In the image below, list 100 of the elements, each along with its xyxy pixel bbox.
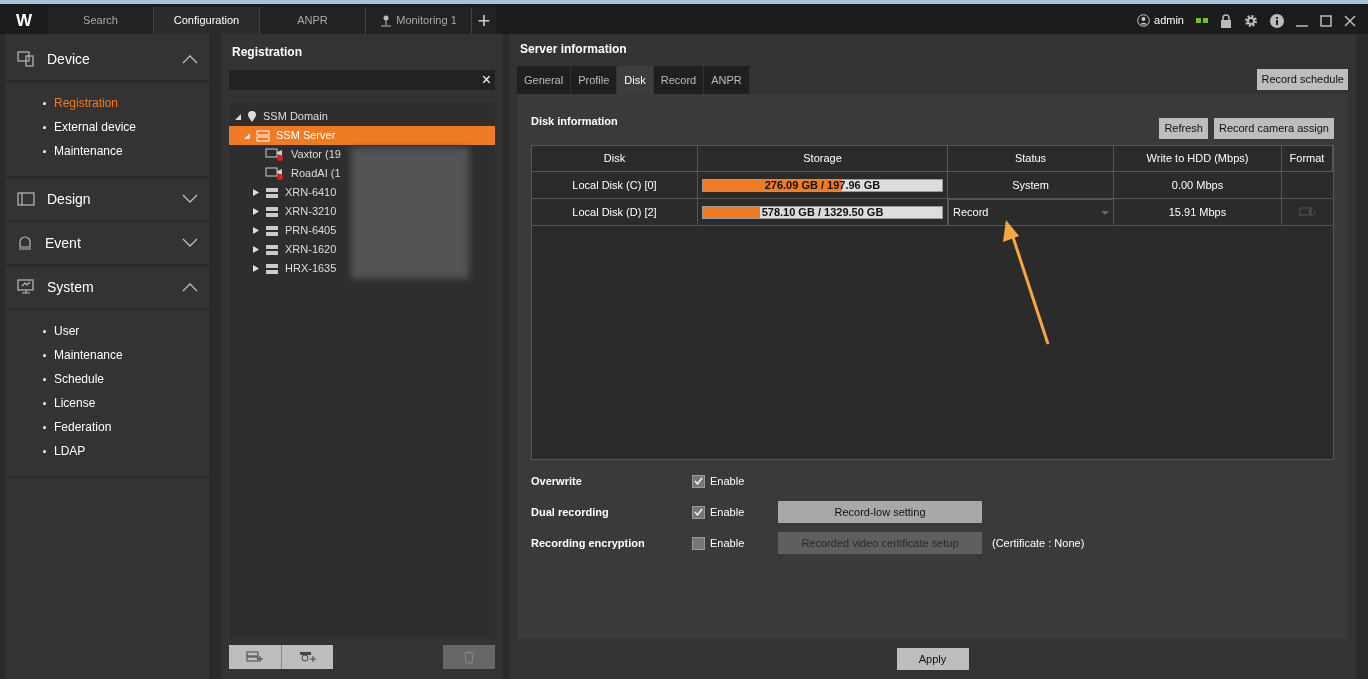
trash-icon xyxy=(463,650,475,664)
sidebar-item[interactable]: Registration xyxy=(5,94,210,112)
lock-icon[interactable] xyxy=(1220,13,1232,28)
expand-triangle-icon[interactable] xyxy=(253,208,259,215)
add-device-button[interactable] xyxy=(229,645,281,669)
section-title: Design xyxy=(47,189,92,209)
tab[interactable]: Disk xyxy=(617,66,653,94)
column-header: Disk xyxy=(532,146,698,172)
sidebar-item[interactable]: Federation xyxy=(5,418,210,436)
tab[interactable]: ANPR xyxy=(704,66,749,94)
checkbox[interactable] xyxy=(692,536,705,550)
person-icon xyxy=(380,14,393,27)
tree-item[interactable]: RoadAI (1 xyxy=(229,164,343,183)
location-pin-icon xyxy=(247,110,257,123)
setting-button[interactable]: Record-low setting xyxy=(778,501,982,523)
checkbox[interactable] xyxy=(692,505,705,519)
camera-alert-icon xyxy=(265,166,285,181)
clear-search-button[interactable]: × xyxy=(481,72,491,88)
sidebar-item[interactable]: Schedule xyxy=(5,370,210,388)
info-icon[interactable] xyxy=(1270,13,1284,28)
devices-icon xyxy=(17,51,35,67)
tree-item[interactable]: Vaxtor (19 xyxy=(229,145,343,164)
chevron-down-icon[interactable] xyxy=(182,238,198,248)
chevron-up-icon[interactable] xyxy=(182,54,198,64)
top-tab[interactable]: ANPR xyxy=(260,7,366,34)
recorder-icon xyxy=(265,205,279,218)
certificate-status: (Certificate : None) xyxy=(992,535,1085,551)
sidebar-item[interactable]: User xyxy=(5,322,210,340)
maximize-icon[interactable] xyxy=(1320,14,1332,27)
expand-triangle-icon[interactable] xyxy=(253,189,259,196)
column-header: Format xyxy=(1282,146,1333,172)
add-camera-button[interactable] xyxy=(281,645,333,669)
table-cell: 0.00 Mbps xyxy=(1114,172,1282,199)
username: admin xyxy=(1154,13,1184,29)
monitor-icon xyxy=(17,279,35,295)
tree-item[interactable]: SSM Domain xyxy=(229,107,330,126)
checkbox-label: Enable xyxy=(710,473,746,489)
refresh-button[interactable]: Refresh xyxy=(1159,118,1208,139)
chevron-down-icon[interactable] xyxy=(182,194,198,204)
tab[interactable]: General xyxy=(517,66,571,94)
option-label: Overwrite xyxy=(531,473,583,489)
recorder-icon xyxy=(265,186,279,199)
section-title: Disk information xyxy=(531,114,618,130)
camera-alert-icon xyxy=(265,147,285,162)
tree-item[interactable]: XRN-3210 xyxy=(229,202,339,221)
tree-item[interactable]: PRN-6405 xyxy=(229,221,339,240)
user-icon xyxy=(1137,14,1151,27)
sidebar-section-header[interactable]: Design xyxy=(5,178,210,220)
collapse-triangle-icon[interactable] xyxy=(235,113,241,120)
tree-item[interactable]: XRN-1620 xyxy=(229,240,339,259)
top-tab[interactable]: Configuration xyxy=(154,7,260,34)
add-camera-icon xyxy=(298,651,317,663)
recorder-icon xyxy=(265,262,279,275)
app-logo: W xyxy=(14,9,33,32)
status-indicator-icon xyxy=(1196,17,1208,24)
column-header: Storage xyxy=(698,146,948,172)
sidebar-item[interactable]: Maintenance xyxy=(5,346,210,364)
sidebar-item[interactable]: External device xyxy=(5,118,210,136)
tab[interactable]: Profile xyxy=(571,66,617,94)
sidebar-item[interactable]: LDAP xyxy=(5,442,210,460)
close-icon[interactable] xyxy=(1344,14,1356,27)
sidebar-section-header[interactable]: Event xyxy=(5,222,210,264)
search-field[interactable]: × xyxy=(229,70,495,90)
layout-icon xyxy=(17,192,35,206)
section-title: System xyxy=(47,277,95,297)
settings-icon[interactable] xyxy=(1244,13,1258,28)
status-dropdown[interactable]: Record xyxy=(948,199,1114,226)
sidebar-item[interactable]: Maintenance xyxy=(5,142,210,160)
section-title: Event xyxy=(45,233,82,253)
sidebar-section-header[interactable]: Device xyxy=(5,38,210,80)
tree-item[interactable]: HRX-1635 xyxy=(229,259,339,278)
checkbox-label: Enable xyxy=(710,504,746,520)
add-tab-button[interactable]: + xyxy=(472,7,496,34)
top-tab[interactable]: Monitoring 1 xyxy=(366,7,472,34)
add-recorder-icon xyxy=(246,651,264,663)
recorder-icon xyxy=(265,243,279,256)
panel-title: Server information xyxy=(519,41,628,58)
column-header: Write to HDD (Mbps) xyxy=(1114,146,1282,172)
section-title: Device xyxy=(47,49,91,69)
sidebar-item[interactable]: License xyxy=(5,394,210,412)
tree-item[interactable]: XRN-6410 xyxy=(229,183,339,202)
recorder-icon xyxy=(265,224,279,237)
expand-triangle-icon[interactable] xyxy=(253,246,259,253)
table-cell: Local Disk (D) [2] xyxy=(532,199,698,226)
record-schedule-button[interactable]: Record schedule xyxy=(1257,69,1348,90)
tab[interactable]: Record xyxy=(653,66,704,94)
checkbox-label: Enable xyxy=(710,535,746,551)
table-cell: 15.91 Mbps xyxy=(1114,199,1282,226)
expand-triangle-icon[interactable] xyxy=(253,227,259,234)
apply-button[interactable]: Apply xyxy=(896,648,969,670)
option-label: Recording encryption xyxy=(531,535,646,551)
chevron-up-icon[interactable] xyxy=(182,282,198,292)
sidebar-section-header[interactable]: System xyxy=(5,266,210,308)
option-label: Dual recording xyxy=(531,504,610,520)
expand-triangle-icon[interactable] xyxy=(253,265,259,272)
dropdown-caret-icon xyxy=(1101,210,1109,215)
panel-title: Registration xyxy=(231,44,303,61)
checkbox[interactable] xyxy=(692,474,705,488)
record-camera-assign-button[interactable]: Record camera assign xyxy=(1213,118,1334,139)
top-tab[interactable]: Search xyxy=(48,7,154,34)
